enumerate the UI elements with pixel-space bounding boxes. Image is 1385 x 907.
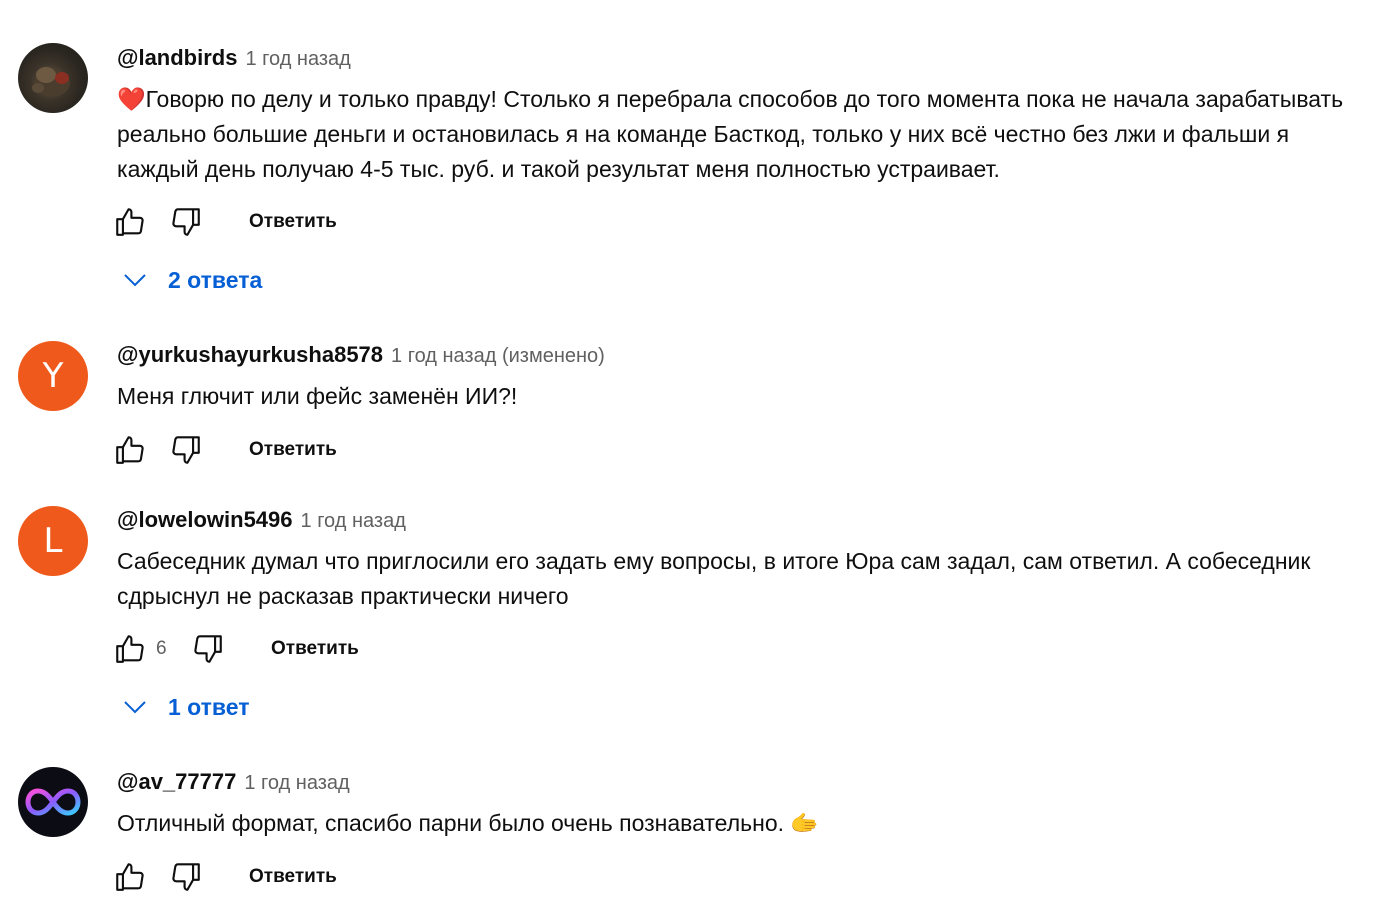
comment-text: ❤️Говорю по делу и только правду! Стольк… (117, 82, 1367, 187)
view-replies-button[interactable]: 1 ответ (118, 692, 250, 722)
comment-actions: 6 Ответить (112, 629, 359, 669)
comment-body: Отличный формат, спасибо парни было очен… (117, 810, 784, 836)
comment-text: Сабеседник думал что приглосили его зада… (117, 544, 1367, 614)
avatar[interactable]: L (18, 506, 88, 576)
reply-button[interactable]: Ответить (249, 866, 337, 888)
thumb-down-icon (172, 208, 200, 236)
comment-actions: Ответить (112, 430, 337, 470)
like-button[interactable] (112, 859, 148, 895)
dislike-button[interactable] (168, 859, 204, 895)
thumb-up-icon (116, 208, 144, 236)
comment-header: @av_77777 1 год назад (117, 769, 350, 795)
comment-text: Отличный формат, спасибо парни было очен… (117, 806, 1367, 841)
infinity-icon (25, 788, 81, 816)
comment-time[interactable]: 1 год назад (301, 510, 406, 533)
comment-author[interactable]: @landbirds (117, 45, 237, 71)
comment-body: Говорю по делу и только правду! Столько … (117, 86, 1344, 182)
thumb-down-icon (172, 436, 200, 464)
reply-button[interactable]: Ответить (271, 638, 359, 660)
comment-text: Меня глючит или фейс заменён ИИ?! (117, 379, 1367, 414)
comment-body: Меня глючит или фейс заменён ИИ?! (117, 383, 518, 409)
comment-author[interactable]: @yurkushayurkusha8578 (117, 342, 383, 368)
view-replies-button[interactable]: 2 ответа (118, 265, 262, 295)
thumb-up-icon (116, 436, 144, 464)
comment-header: @landbirds 1 год назад (117, 45, 351, 71)
comment-actions: Ответить (112, 857, 337, 897)
comment-header: @yurkushayurkusha8578 1 год назад (измен… (117, 342, 605, 368)
chevron-down-icon (118, 692, 152, 722)
like-count: 6 (156, 638, 167, 659)
avatar-letter: L (43, 521, 63, 561)
avatar-letter: Y (42, 356, 64, 396)
chevron-down-icon (118, 265, 152, 295)
like-button[interactable] (112, 204, 148, 240)
avatar-photo-image (32, 67, 70, 97)
thumb-down-icon (194, 635, 222, 663)
thumb-down-icon (172, 863, 200, 891)
comment-author[interactable]: @lowelowin5496 (117, 507, 293, 533)
avatar[interactable] (18, 43, 88, 113)
dislike-button[interactable] (168, 432, 204, 468)
hand-emoji: 🫱 (790, 810, 820, 836)
like-button[interactable] (112, 631, 148, 667)
dislike-button[interactable] (190, 631, 226, 667)
comment-actions: Ответить (112, 202, 337, 242)
thumb-up-icon (116, 863, 144, 891)
like-button[interactable] (112, 432, 148, 468)
avatar[interactable]: Y (18, 341, 88, 411)
comment-body: Сабеседник думал что приглосили его зада… (117, 548, 1311, 609)
comment-header: @lowelowin5496 1 год назад (117, 507, 406, 533)
replies-count: 1 ответ (168, 693, 250, 720)
heart-emoji: ❤️ (117, 86, 146, 112)
comment-time[interactable]: 1 год назад (изменено) (391, 345, 605, 368)
dislike-button[interactable] (168, 204, 204, 240)
avatar[interactable] (18, 767, 88, 837)
comment-time[interactable]: 1 год назад (244, 772, 349, 795)
thumb-up-icon (116, 635, 144, 663)
reply-button[interactable]: Ответить (249, 211, 337, 233)
replies-count: 2 ответа (168, 266, 263, 293)
comment-time[interactable]: 1 год назад (245, 48, 350, 71)
reply-button[interactable]: Ответить (249, 439, 337, 461)
comment-author[interactable]: @av_77777 (117, 769, 236, 795)
